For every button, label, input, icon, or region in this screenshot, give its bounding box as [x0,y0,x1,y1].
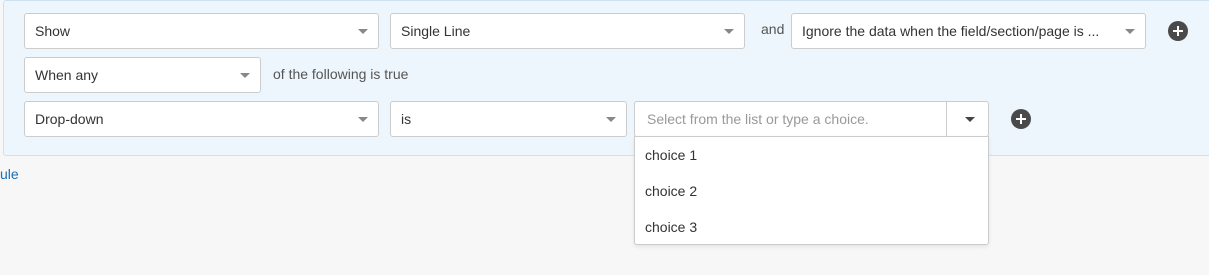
choice-dropdown-list: choice 1 choice 2 choice 3 [634,136,989,245]
match-type-select-value: When any [35,67,99,83]
chevron-down-icon [724,29,734,34]
choice-option[interactable]: choice 3 [635,209,988,245]
operator-select[interactable]: is [390,101,627,137]
chevron-down-icon [358,117,368,122]
add-rule-link[interactable]: ule [0,166,19,182]
chevron-down-icon [606,117,616,122]
choice-dropdown-toggle[interactable] [946,102,988,136]
choice-input[interactable] [635,102,947,136]
match-suffix-label: of the following is true [273,66,409,82]
target-field-select-value: Single Line [401,23,471,39]
connector-label: and [761,21,785,37]
choice-combobox[interactable] [634,101,989,137]
choice-option[interactable]: choice 1 [635,137,988,173]
action-select[interactable]: Show [24,13,379,49]
chevron-down-icon [240,73,250,78]
criteria-field-select[interactable]: Drop-down [24,101,379,137]
target-field-select[interactable]: Single Line [390,13,745,49]
choice-option[interactable]: choice 2 [635,173,988,209]
criteria-field-select-value: Drop-down [35,111,104,127]
match-type-select[interactable]: When any [24,57,261,93]
data-option-select-value: Ignore the data when the field/section/p… [802,23,1100,39]
chevron-down-icon [1125,29,1135,34]
add-condition-button[interactable] [1168,21,1188,41]
action-select-value: Show [35,23,71,39]
operator-select-value: is [401,111,412,127]
chevron-down-icon [358,29,368,34]
data-option-select[interactable]: Ignore the data when the field/section/p… [791,13,1146,49]
add-criteria-button[interactable] [1011,109,1031,129]
chevron-down-icon [965,117,975,122]
